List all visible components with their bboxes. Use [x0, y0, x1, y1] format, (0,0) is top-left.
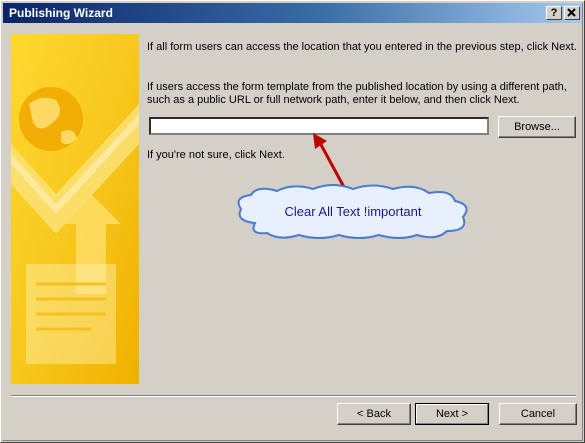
- not-sure-text: If you're not sure, click Next.: [147, 149, 285, 161]
- back-button[interactable]: < Back: [337, 403, 411, 425]
- close-icon: [567, 8, 576, 17]
- title-bar[interactable]: Publishing Wizard ?: [3, 3, 582, 23]
- footer-separator: [11, 395, 576, 397]
- help-icon: ?: [550, 7, 558, 19]
- cancel-button[interactable]: Cancel: [499, 403, 577, 425]
- help-button[interactable]: ?: [546, 6, 562, 20]
- instruction-paragraph-1: If all form users can access the locatio…: [147, 41, 577, 53]
- wizard-banner-graphic: [11, 34, 139, 384]
- banner-art: [11, 34, 139, 384]
- next-button[interactable]: Next >: [415, 403, 489, 425]
- close-button[interactable]: [564, 6, 580, 20]
- publishing-wizard-dialog: Publishing Wizard ? If all form users ca…: [0, 0, 585, 443]
- annotation-callout: Clear All Text !important: [233, 183, 473, 241]
- annotation-text: Clear All Text !important: [284, 204, 422, 219]
- window-title: Publishing Wizard: [9, 6, 113, 20]
- browse-button[interactable]: Browse...: [498, 116, 576, 138]
- instruction-paragraph-2: If users access the form template from t…: [147, 81, 567, 106]
